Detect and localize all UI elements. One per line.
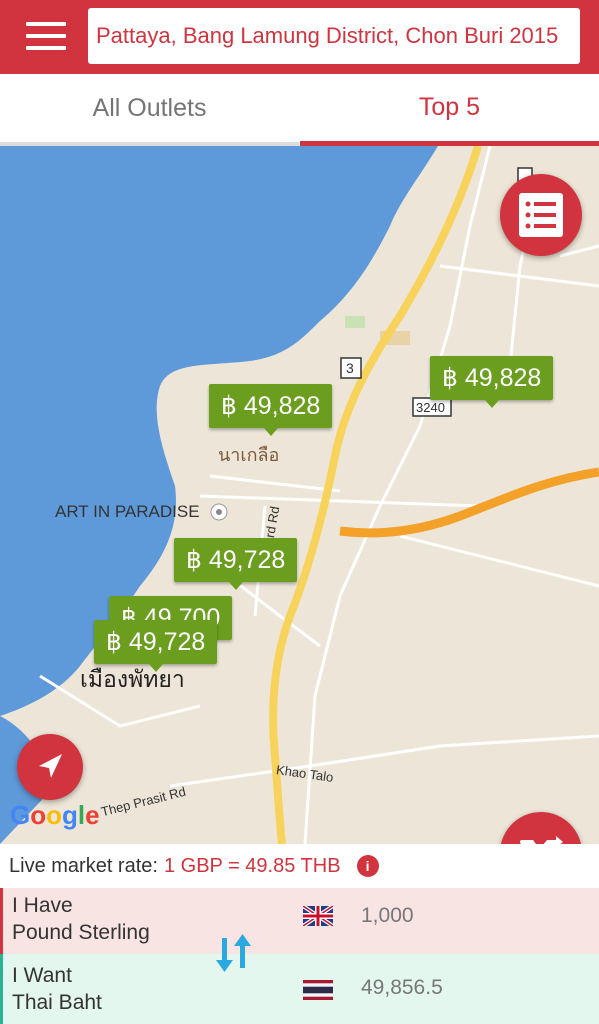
thailand-flag-icon[interactable] (303, 980, 333, 1000)
shuffle-icon (520, 836, 563, 844)
price-marker[interactable]: ฿ 49,728 (94, 620, 218, 672)
location-search-input[interactable] (88, 8, 580, 64)
have-title: I Have (12, 894, 73, 917)
tab-all-outlets[interactable]: All Outlets (0, 74, 299, 146)
poi-art-in-paradise[interactable]: ART IN PARADISE (55, 502, 200, 522)
naklua-label: นาเกลือ (218, 445, 280, 465)
live-rate-label: Live market rate: (9, 854, 158, 877)
tab-top-5[interactable]: Top 5 (300, 74, 599, 146)
uk-flag-icon[interactable] (303, 906, 333, 926)
price-marker[interactable]: ฿ 49,828 (430, 356, 554, 408)
want-title: I Want (12, 964, 72, 987)
muang-pattaya-label: เมืองพัทยา (80, 666, 185, 692)
have-currency-name: Pound Sterling (12, 921, 150, 944)
list-icon (519, 193, 563, 237)
live-rate-value: 1 GBP = 49.85 THB (163, 854, 341, 877)
navigation-arrow-icon (39, 754, 62, 778)
want-label: I Want Thai Baht (12, 962, 102, 1016)
google-logo: Google (10, 800, 100, 830)
map-view[interactable]: 3 3240 ART IN PARADISE นาเกลือ เมืองพัทย… (0, 146, 599, 844)
info-icon[interactable]: i (356, 855, 379, 877)
have-currency-row[interactable]: I Have Pound Sterling 1,000 (0, 888, 599, 954)
live-rate-bar: Live market rate: 1 GBP = 49.85 THB i (0, 844, 599, 888)
route-3-label: 3 (346, 360, 354, 376)
have-label: I Have Pound Sterling (12, 892, 150, 946)
route-3240-label: 3240 (416, 400, 445, 415)
have-amount-field[interactable]: 1,000 (361, 904, 414, 928)
price-marker[interactable]: ฿ 49,828 (209, 384, 333, 436)
tab-bar: All Outlets Top 5 (0, 74, 599, 146)
app-bar (0, 0, 599, 74)
price-marker[interactable]: ฿ 49,728 (174, 538, 298, 590)
list-view-button[interactable] (500, 174, 582, 256)
want-currency-name: Thai Baht (12, 991, 102, 1014)
hamburger-menu-icon[interactable] (26, 22, 66, 52)
shuffle-button[interactable] (500, 812, 582, 844)
location-search-box[interactable] (88, 8, 580, 64)
swap-currencies-icon[interactable] (214, 932, 254, 974)
want-amount-value: 49,856.5 (361, 976, 443, 999)
my-location-button[interactable] (17, 734, 83, 800)
want-currency-row[interactable]: I Want Thai Baht 49,856.5 (0, 954, 599, 1024)
